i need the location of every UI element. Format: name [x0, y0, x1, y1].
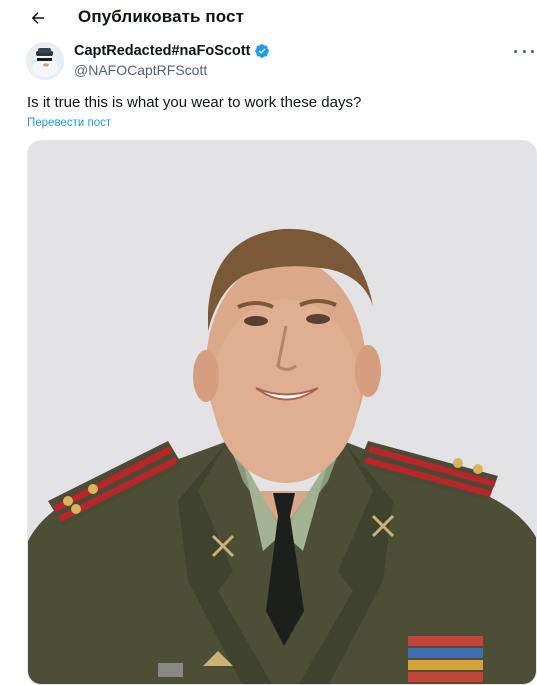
author-handle[interactable]: @NAFOCaptRFScott [74, 62, 207, 78]
page-header: Опубликовать пост [0, 0, 537, 36]
more-dot [522, 49, 526, 53]
verified-badge-icon [255, 44, 270, 58]
more-dot [531, 49, 534, 53]
avatar[interactable] [26, 42, 64, 80]
post-text: Is it true this is what you wear to work… [27, 94, 362, 111]
back-button[interactable] [24, 4, 52, 32]
page-title: Опубликовать пост [78, 7, 245, 26]
author-name-row[interactable]: CaptRedacted#naFoScott [74, 43, 270, 59]
translate-post-link[interactable]: Перевести пост [27, 117, 111, 129]
arrow-left-icon [31, 12, 44, 24]
more-horizontal-icon [514, 49, 517, 53]
more-options-button[interactable] [514, 44, 534, 58]
author-name[interactable]: CaptRedacted#naFoScott [74, 43, 250, 59]
post-image[interactable] [27, 140, 537, 685]
